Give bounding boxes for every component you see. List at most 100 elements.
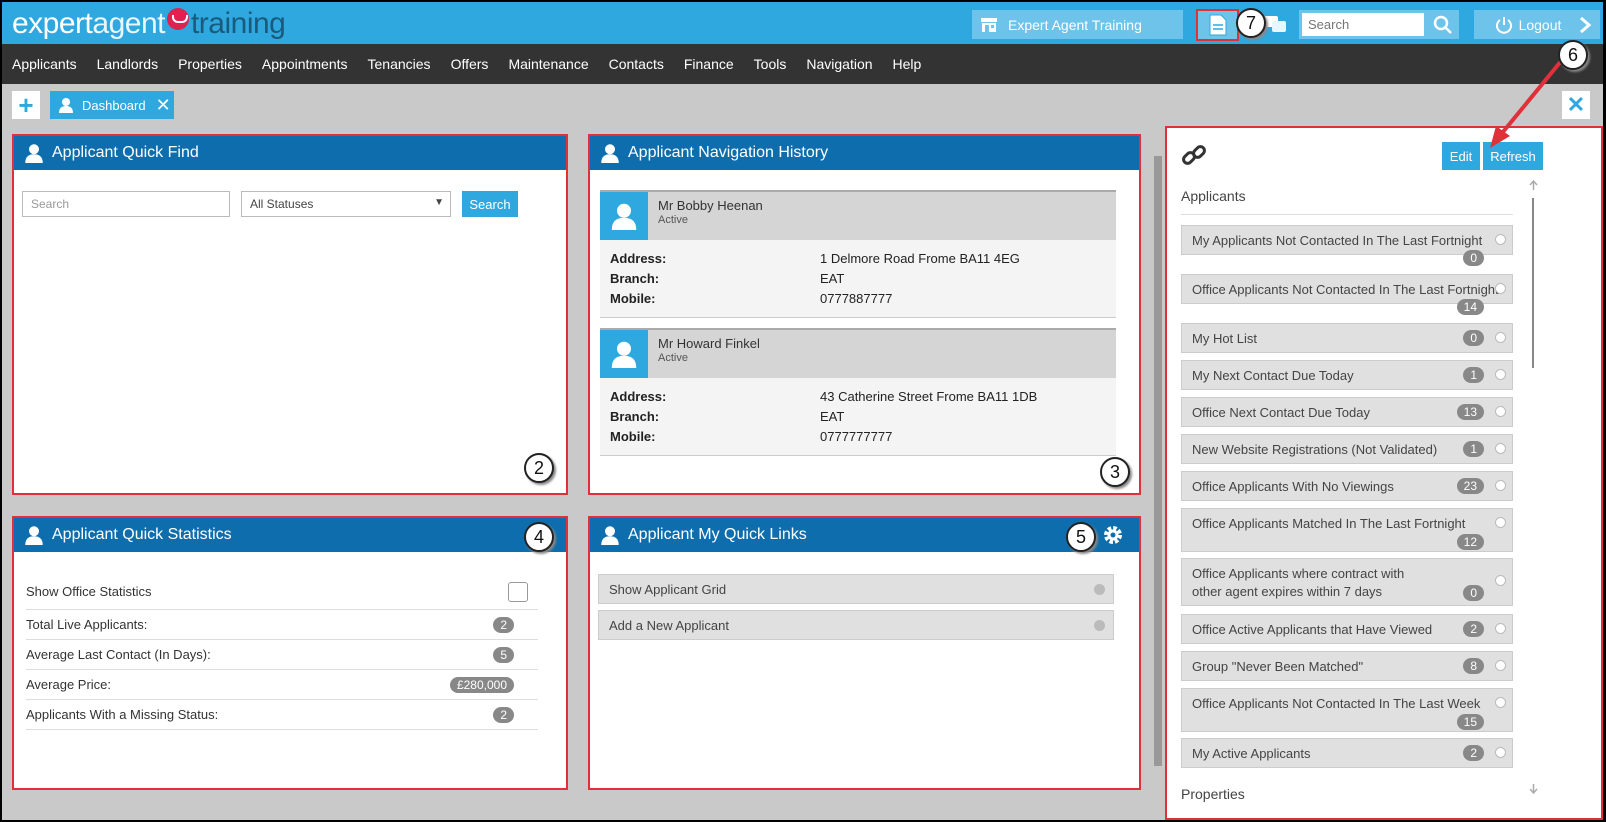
count-badge: 23 bbox=[1456, 478, 1484, 494]
callout-number: 2 bbox=[533, 457, 544, 478]
detail-mobile: Mobile: 0777887777 bbox=[610, 291, 892, 306]
expand-sidebar-button[interactable] bbox=[1570, 10, 1600, 39]
scrollbar-thumb[interactable] bbox=[1532, 198, 1534, 368]
panel-title: Applicant Quick Find bbox=[52, 144, 199, 161]
shortcut-item[interactable]: My Active Applicants 2 bbox=[1181, 738, 1513, 768]
sidebar-scrollbar[interactable] bbox=[1529, 180, 1538, 798]
nav-appointments[interactable]: Appointments bbox=[262, 56, 348, 72]
nav-landlords[interactable]: Landlords bbox=[97, 56, 159, 72]
close-tab-icon[interactable]: ✕ bbox=[156, 96, 171, 114]
shortcut-item[interactable]: Office Applicants Not Contacted In The L… bbox=[1181, 688, 1513, 732]
shortcut-item[interactable]: Office Active Applicants that Have Viewe… bbox=[1181, 614, 1513, 644]
nav-maintenance[interactable]: Maintenance bbox=[508, 56, 588, 72]
branch-value: EAT bbox=[820, 271, 845, 286]
history-record[interactable]: Mr Bobby Heenan Active Address: 1 Delmore… bbox=[600, 190, 1116, 318]
arrow-up-icon[interactable] bbox=[1529, 180, 1538, 190]
branch-label: Branch: bbox=[610, 409, 660, 424]
close-icon: ✕ bbox=[1566, 92, 1586, 117]
quick-link-add-new-applicant[interactable]: Add a New Applicant bbox=[598, 610, 1114, 640]
close-all-button[interactable]: ✕ bbox=[1562, 91, 1590, 119]
stat-label: Total Live Applicants: bbox=[26, 617, 148, 632]
gear-icon[interactable] bbox=[1101, 523, 1125, 547]
user-icon bbox=[25, 144, 43, 163]
document-button[interactable] bbox=[1196, 9, 1239, 41]
stat-row: Average Price: £280,000 bbox=[26, 670, 538, 700]
arrow-circle-icon bbox=[1495, 369, 1506, 380]
quick-link-show-applicant-grid[interactable]: Show Applicant Grid bbox=[598, 574, 1114, 604]
detail-branch: Branch: EAT bbox=[610, 409, 844, 424]
callout-7: 7 bbox=[1236, 8, 1266, 38]
shortcut-label: Group "Never Been Matched" bbox=[1192, 659, 1364, 674]
history-record[interactable]: Mr Howard Finkel Active Address: 43 Cathe… bbox=[600, 328, 1116, 456]
history-record-details: Address: 1 Delmore Road Frome BA11 4EG Br… bbox=[600, 240, 1116, 318]
arrow-circle-icon bbox=[1495, 660, 1506, 671]
nav-tools[interactable]: Tools bbox=[754, 56, 787, 72]
page-scrollbar[interactable] bbox=[1152, 126, 1164, 786]
applicant-status: Active bbox=[658, 214, 688, 226]
arrow-circle-icon bbox=[1495, 480, 1506, 491]
shortcut-item[interactable]: Group "Never Been Matched" 8 bbox=[1181, 651, 1513, 681]
panel-title: Applicant Navigation History bbox=[628, 144, 829, 161]
count-badge: 15 bbox=[1456, 714, 1484, 730]
shortcut-item[interactable]: My Applicants Not Contacted In The Last … bbox=[1181, 225, 1513, 266]
nav-help[interactable]: Help bbox=[893, 56, 922, 72]
shortcut-item[interactable]: Office Applicants With No Viewings 23 bbox=[1181, 471, 1513, 501]
count-badge: 1 bbox=[1463, 367, 1484, 383]
arrow-down-icon[interactable] bbox=[1529, 784, 1538, 794]
show-office-statistics-checkbox[interactable] bbox=[508, 581, 528, 602]
quick-statistics-panel: Applicant Quick Statistics Show Office S… bbox=[12, 516, 568, 790]
shortcut-item[interactable]: Office Applicants Not Contacted In The L… bbox=[1181, 274, 1513, 315]
link-icon bbox=[1182, 145, 1206, 165]
shortcut-label: Office Active Applicants that Have Viewe… bbox=[1192, 622, 1433, 637]
shortcut-item[interactable]: Office Applicants where contract with oth… bbox=[1181, 558, 1513, 606]
arrow-circle-icon bbox=[1495, 443, 1506, 454]
callout-3: 3 bbox=[1100, 457, 1130, 487]
shortcut-item[interactable]: My Hot List 0 bbox=[1181, 323, 1513, 353]
chevron-right-icon bbox=[1580, 16, 1592, 33]
power-icon bbox=[1495, 16, 1512, 34]
mobile-value: 0777777777 bbox=[820, 429, 893, 444]
nav-navigation[interactable]: Navigation bbox=[806, 56, 872, 72]
nav-contacts[interactable]: Contacts bbox=[609, 56, 664, 72]
branch-label: Branch: bbox=[610, 271, 660, 286]
chat-icon[interactable] bbox=[1264, 16, 1286, 34]
quick-find-search-input[interactable]: Search bbox=[22, 191, 230, 217]
shortcut-item[interactable]: New Website Registrations (Not Validated… bbox=[1181, 434, 1513, 464]
status-select[interactable]: All Statuses ▼ bbox=[241, 191, 451, 217]
office-selector-button[interactable]: Expert Agent Training bbox=[972, 10, 1183, 39]
quick-find-search-button[interactable]: Search bbox=[462, 191, 518, 217]
applicant-name[interactable]: Mr Bobby Heenan bbox=[658, 198, 763, 213]
document-icon bbox=[1209, 14, 1226, 36]
tab-dashboard[interactable]: Dashboard ✕ bbox=[50, 91, 174, 119]
nav-offers[interactable]: Offers bbox=[451, 56, 489, 72]
shortcut-item[interactable]: Office Applicants Matched In The Last Fo… bbox=[1181, 508, 1513, 552]
shortcut-label: Office Applicants where contract with bbox=[1192, 566, 1405, 581]
logo: expertagent training bbox=[12, 7, 286, 41]
edit-button[interactable]: Edit bbox=[1442, 142, 1480, 170]
panel-title: Applicant My Quick Links bbox=[628, 526, 807, 543]
search-icon[interactable] bbox=[1433, 15, 1453, 35]
user-icon bbox=[611, 341, 637, 368]
refresh-button[interactable]: Refresh bbox=[1483, 142, 1543, 170]
count-badge: 2 bbox=[1463, 745, 1484, 761]
nav-properties[interactable]: Properties bbox=[178, 56, 242, 72]
show-office-statistics-row: Show Office Statistics bbox=[26, 574, 538, 610]
logout-button[interactable]: Logout bbox=[1474, 10, 1582, 39]
user-icon bbox=[601, 144, 619, 163]
arrow-circle-icon bbox=[1094, 620, 1105, 631]
shortcut-item[interactable]: Office Next Contact Due Today 13 bbox=[1181, 397, 1513, 427]
quick-links-panel: Applicant My Quick Links Show Applicant … bbox=[588, 516, 1141, 790]
nav-applicants[interactable]: Applicants bbox=[12, 56, 77, 72]
count-badge: 2 bbox=[1463, 621, 1484, 637]
nav-finance[interactable]: Finance bbox=[684, 56, 734, 72]
shortcut-label: Office Applicants Matched In The Last Fo… bbox=[1192, 516, 1466, 531]
shortcut-item[interactable]: My Next Contact Due Today 1 bbox=[1181, 360, 1513, 390]
applicant-name[interactable]: Mr Howard Finkel bbox=[658, 336, 760, 351]
nav-tenancies[interactable]: Tenancies bbox=[368, 56, 431, 72]
arrow-circle-icon bbox=[1495, 517, 1506, 528]
add-tab-button[interactable]: + bbox=[12, 90, 40, 120]
scrollbar-thumb[interactable] bbox=[1154, 156, 1162, 766]
tab-dashboard-label: Dashboard bbox=[82, 97, 146, 113]
global-search-input[interactable] bbox=[1302, 13, 1424, 36]
arrow-circle-icon bbox=[1495, 234, 1506, 245]
